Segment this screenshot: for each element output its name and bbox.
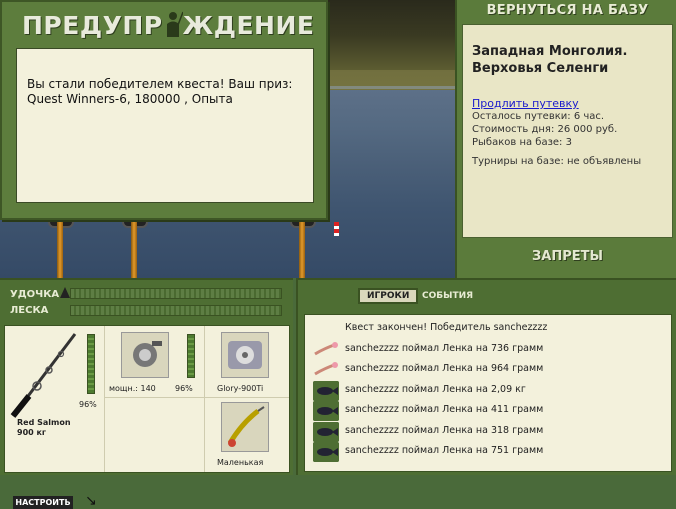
lure-name: Маленькая (217, 458, 264, 467)
event-text: sanchezzzz поймал Ленка на 2,09 кг (345, 383, 526, 395)
expand-arrow-icon[interactable]: ↘ (85, 494, 99, 508)
rod-2[interactable] (131, 216, 137, 278)
event-log: Квест закончен! Победитель sanchezzzz san… (304, 314, 672, 472)
event-text: Квест закончен! Победитель sanchezzzz (345, 322, 548, 333)
rod-max-weight: 900 кг (17, 428, 47, 437)
return-to-base-button[interactable]: ВЕРНУТЬСЯ НА БАЗУ (457, 0, 676, 22)
rod-slot[interactable]: 96% Red Salmon 900 кг (5, 326, 105, 472)
line-name: Glory-900Ti (217, 384, 264, 393)
event-row: sanchezzzz поймал Ленка на 736 грамм (305, 340, 673, 360)
line-spool-icon (221, 332, 269, 378)
rod-condition-percent: 96% (79, 400, 97, 409)
gear-slots: 96% Red Salmon 900 кг мощн.: 140 96% Glo… (4, 325, 290, 509)
popup-message: Вы стали победителем квеста! Ваш приз: Q… (16, 48, 314, 203)
reel-condition-percent: 96% (175, 384, 193, 393)
location-title: Западная Монголия. Верховья Селенги (472, 43, 663, 77)
rod-condition-bar (87, 334, 95, 394)
rod-3[interactable] (299, 216, 305, 278)
lure-icon (314, 341, 338, 355)
fisherman-icon (166, 11, 183, 37)
remaining-time: Осталось путевки: 6 час. (472, 111, 605, 122)
reel-power: мощн.: 140 (109, 384, 156, 393)
fish-icon (313, 401, 339, 421)
fish-icon (313, 421, 339, 442)
line-slot[interactable]: Glory-900Ti (205, 326, 289, 398)
popup-title: ПРЕДУПР ЖДЕНИЕ (22, 10, 314, 40)
popup-title-part2: ЖДЕНИЕ (182, 11, 315, 40)
event-text: sanchezzzz поймал Ленка на 751 грамм (345, 445, 544, 456)
empty-slot[interactable] (105, 398, 205, 472)
rod-meter-label: УДОЧКА (10, 289, 60, 300)
extend-permit-link[interactable]: Продлить путевку (472, 97, 663, 110)
reel-icon (121, 332, 169, 378)
meter-pointer-icon (60, 287, 70, 298)
reel-condition-bar (187, 334, 195, 378)
rod-name: Red Salmon (17, 418, 71, 427)
event-row: sanchezzzz поймал Ленка на 411 грамм (305, 401, 673, 421)
configure-button[interactable]: НАСТРОИТЬ (13, 496, 73, 509)
bans-button[interactable]: ЗАПРЕТЫ (457, 249, 676, 264)
day-cost: Стоимость дня: 26 000 руб. (472, 124, 618, 135)
location-line2: Верховья Селенги (472, 61, 609, 76)
lure-icon (314, 362, 338, 376)
tournaments-info: Турниры на базе: не объявлены (472, 156, 642, 167)
rod-tension-meter (70, 288, 282, 299)
event-row: sanchezzzz поймал Ленка на 751 грамм (305, 442, 673, 462)
rod-1[interactable] (57, 216, 63, 278)
event-row: sanchezzzz поймал Ленка на 318 грамм (305, 421, 673, 442)
event-row: Квест закончен! Победитель sanchezzzz (305, 319, 673, 339)
events-panel: ИГРОКИ СОБЫТИЯ Квест закончен! Победител… (296, 278, 676, 475)
event-text: sanchezzzz поймал Ленка на 964 грамм (345, 363, 544, 374)
lure-slot[interactable]: Маленькая (205, 398, 289, 472)
popup-title-part1: ПРЕДУПР (22, 11, 163, 40)
popup-message-line2: Quest Winners-6, 180000 , Опыта (27, 92, 233, 106)
event-row: sanchezzzz поймал Ленка на 964 грамм (305, 360, 673, 380)
fish-icon (313, 380, 339, 401)
reel-slot[interactable]: мощн.: 140 96% (105, 326, 205, 398)
tab-players[interactable]: ИГРОКИ (358, 288, 419, 304)
event-text: sanchezzzz поймал Ленка на 736 грамм (345, 342, 544, 354)
fish-icon (313, 442, 339, 462)
location-line1: Западная Монголия. (472, 44, 628, 59)
event-text: sanchezzzz поймал Ленка на 411 грамм (345, 404, 544, 415)
event-row: sanchezzzz поймал Ленка на 2,09 кг (305, 380, 673, 401)
line-meter-label: ЛЕСКА (10, 305, 49, 316)
tab-events[interactable]: СОБЫТИЯ (422, 291, 473, 301)
gear-panel: УДОЧКА ЛЕСКА 96% Red Salmon 900 кг мощн. (0, 278, 293, 509)
line-tension-meter (70, 305, 282, 316)
warning-popup: ПРЕДУПР ЖДЕНИЕ Вы стали победителем квест… (0, 0, 328, 220)
base-info: Западная Монголия. Верховья Селенги Прод… (462, 24, 673, 238)
anglers-count: Рыбаков на базе: 3 (472, 137, 572, 148)
float-icon[interactable] (334, 222, 339, 236)
event-text: sanchezzzz поймал Ленка на 318 грамм (345, 424, 544, 436)
rod-icon (10, 333, 77, 418)
lure-icon (221, 402, 269, 452)
base-panel: ВЕРНУТЬСЯ НА БАЗУ Западная Монголия. Вер… (455, 0, 676, 278)
popup-message-line1: Вы стали победителем квеста! Ваш приз: (27, 77, 293, 91)
